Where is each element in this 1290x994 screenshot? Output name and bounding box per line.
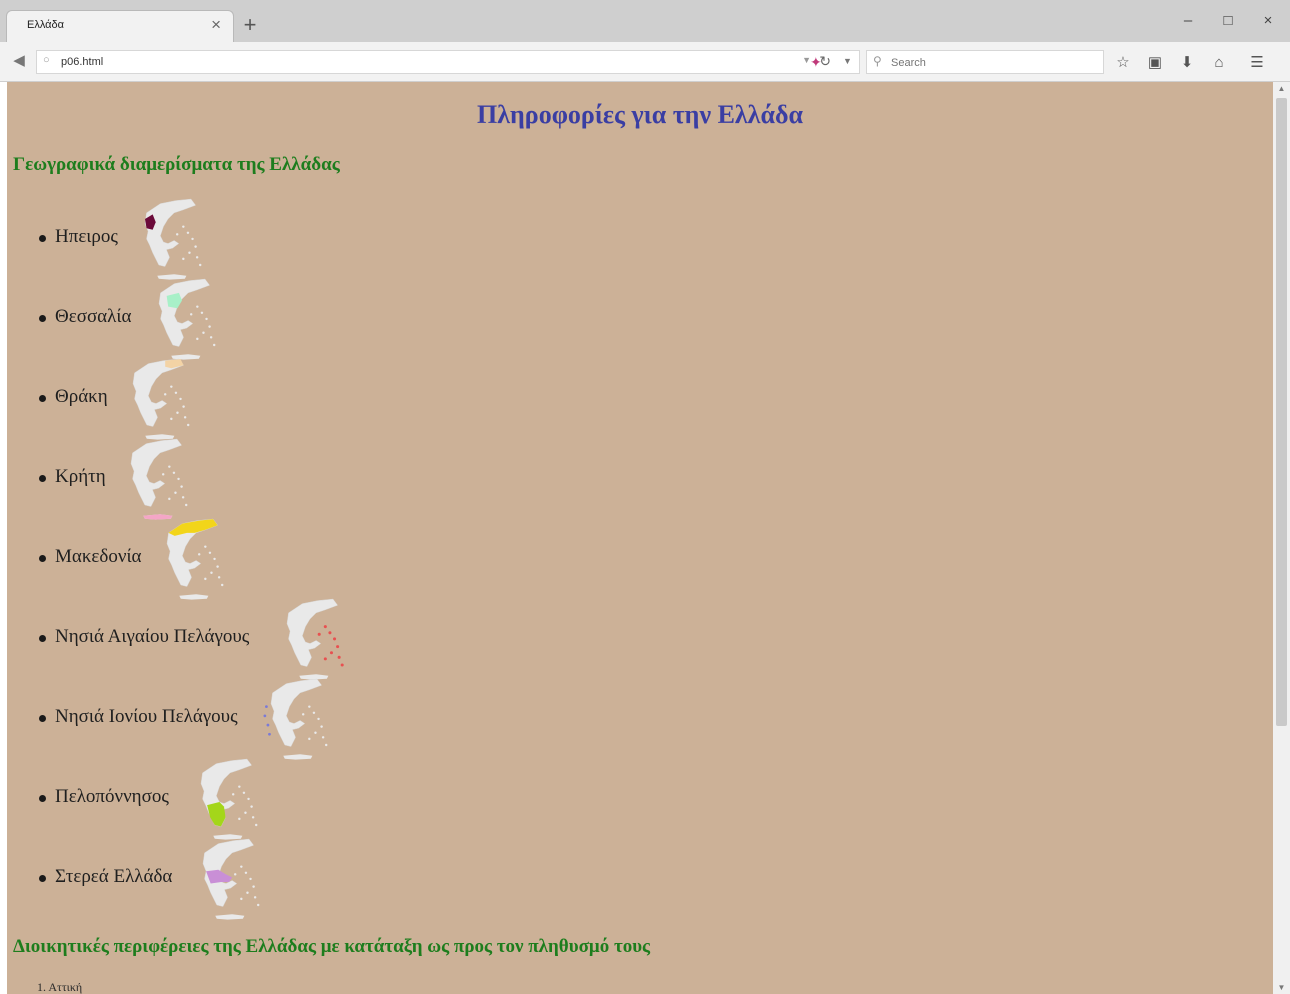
greece-map-epirus-icon <box>144 198 202 280</box>
library-icon[interactable]: ▣ <box>1144 52 1166 74</box>
region-label: Νησιά Ιονίου Πελάγους <box>55 706 238 727</box>
bullet-icon <box>39 315 46 322</box>
greece-map-ionian-islands-icon <box>263 678 328 760</box>
bullet-icon <box>39 235 46 242</box>
region-label: Νησιά Αιγαίου Πελάγους <box>55 626 250 647</box>
bullet-icon <box>39 395 46 402</box>
region-label: Στερεά Ελλάδα <box>55 866 173 887</box>
page-viewport: Πληροφορίες για την Ελλάδα Γεωγραφικά δι… <box>7 82 1273 994</box>
geographic-regions-heading: Γεωγραφικά διαμερίσματα της Ελλάδας <box>13 154 340 175</box>
bullet-icon <box>39 555 46 562</box>
hamburger-menu-icon[interactable]: ☰ <box>1246 52 1268 74</box>
search-input[interactable] <box>889 54 1093 72</box>
bullet-icon <box>39 875 46 882</box>
region-label: Κρήτη <box>55 466 106 487</box>
greece-map-thrace-icon <box>132 358 190 440</box>
home-icon[interactable]: ⌂ <box>1208 52 1230 74</box>
extension-icon[interactable]: ✦ <box>810 54 822 71</box>
download-icon[interactable]: ⬇ <box>1176 52 1198 74</box>
navigation-toolbar: ◀ ○ p06.html ▼ ↻ ✦ ▼ ⚲ ☆ ▣ ⬇ ⌂ ☰ <box>0 42 1290 82</box>
greece-map-central-greece-icon <box>202 838 260 920</box>
bullet-icon <box>39 795 46 802</box>
page-title: Πληροφορίες για την Ελλάδα <box>477 100 803 129</box>
region-label: Πελοπόννησος <box>55 786 169 807</box>
tab-title: Ελλάδα <box>27 19 65 31</box>
extension-dropdown-icon[interactable]: ▼ <box>843 56 852 66</box>
greece-map-crete-icon <box>130 438 188 520</box>
administrative-regions-heading: Διοικητικές περιφέρειες της Ελλάδας με κ… <box>13 936 651 957</box>
bullet-icon <box>39 635 46 642</box>
bullet-icon <box>39 475 46 482</box>
browser-tab[interactable]: Ελλάδα × <box>6 10 234 42</box>
new-tab-button[interactable]: + <box>238 14 262 38</box>
page-info-icon[interactable]: ○ <box>43 54 50 66</box>
browser-titlebar: Ελλάδα × + – □ × <box>0 0 1290 42</box>
url-bar[interactable]: ○ p06.html ▼ ↻ <box>36 50 860 74</box>
star-icon[interactable]: ☆ <box>1112 52 1134 74</box>
scroll-up-arrow-icon[interactable]: ▲ <box>1273 84 1290 93</box>
minimize-button[interactable]: – <box>1168 10 1208 34</box>
greece-map-macedonia-icon <box>166 518 224 600</box>
scroll-down-arrow-icon[interactable]: ▼ <box>1273 983 1290 992</box>
close-window-button[interactable]: × <box>1248 10 1288 34</box>
tab-close-icon[interactable]: × <box>211 15 221 35</box>
region-label: Θράκη <box>55 386 108 407</box>
url-text[interactable]: p06.html <box>61 56 103 68</box>
region-label: Ηπειρος <box>55 226 118 247</box>
greece-map-aegean-islands-icon <box>286 598 344 680</box>
bullet-icon <box>39 715 46 722</box>
search-bar[interactable]: ⚲ <box>866 50 1104 74</box>
list-item: 1. Αττική <box>37 980 83 994</box>
region-label: Θεσσαλία <box>55 306 132 327</box>
vertical-scrollbar[interactable]: ▲ ▼ <box>1273 82 1290 994</box>
scrollbar-thumb[interactable] <box>1276 98 1287 726</box>
back-arrow-icon[interactable]: ◀ <box>8 50 30 72</box>
region-label: Μακεδονία <box>55 546 142 567</box>
greece-map-thessaly-icon <box>158 278 216 360</box>
search-icon: ⚲ <box>873 54 882 68</box>
maximize-button[interactable]: □ <box>1208 10 1248 34</box>
greece-map-peloponnese-icon <box>200 758 258 840</box>
